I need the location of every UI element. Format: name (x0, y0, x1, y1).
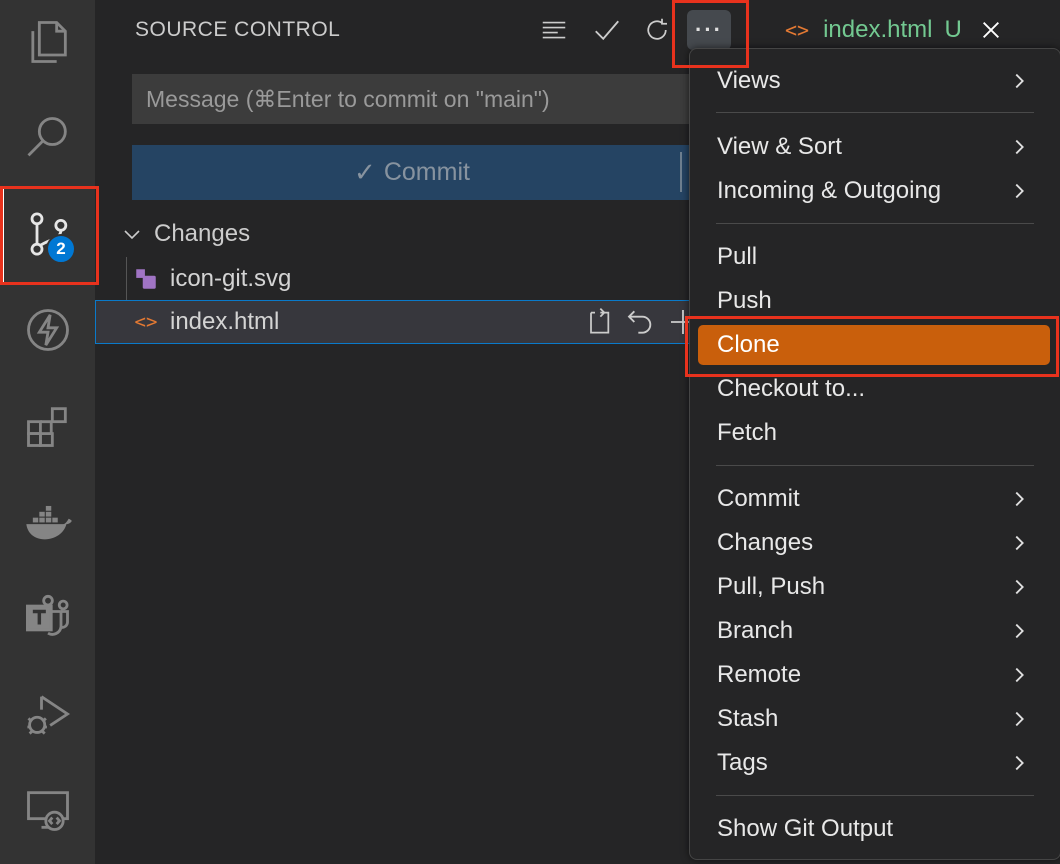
commit-button-divider (680, 152, 682, 192)
menu-item-label: Fetch (717, 419, 778, 446)
menu-separator (716, 112, 1034, 113)
run-debug-icon[interactable] (0, 666, 95, 762)
chevron-right-icon (1015, 711, 1024, 727)
html-file-icon: <> (785, 18, 810, 42)
chevron-right-icon (1015, 183, 1024, 199)
menu-separator (716, 465, 1034, 466)
menu-item-changes[interactable]: Changes (698, 523, 1050, 563)
menu-item-label: Show Git Output (717, 815, 894, 842)
menu-item-label: Stash (717, 705, 779, 732)
list-icon (542, 21, 566, 39)
lightning-icon[interactable] (0, 282, 95, 378)
activity-bar: 2 (0, 0, 95, 864)
chevron-right-icon (1015, 491, 1024, 507)
menu-item-push[interactable]: Push (698, 281, 1050, 321)
menu-item-pull[interactable]: Pull (698, 237, 1050, 277)
chevron-right-icon (1015, 139, 1024, 155)
editor-tab-index-html[interactable]: <> index.html U (785, 10, 1002, 50)
chevron-right-icon (1015, 755, 1024, 771)
changes-label: Changes (154, 220, 251, 247)
extensions-icon[interactable] (0, 378, 95, 474)
menu-item-label: Pull (717, 243, 758, 270)
menu-item-label: Clone (717, 331, 780, 358)
ellipsis-icon: ··· (695, 17, 723, 42)
menu-item-label: Views (717, 67, 781, 94)
chevron-right-icon (1015, 623, 1024, 639)
open-file-icon[interactable] (583, 306, 615, 338)
menu-item-label: Pull, Push (717, 573, 826, 600)
view-as-list-button[interactable] (532, 10, 576, 50)
file-name: index.html (170, 308, 280, 335)
refresh-icon (647, 18, 667, 40)
chevron-right-icon (1015, 535, 1024, 551)
commit-message-input[interactable] (132, 74, 692, 124)
teams-icon[interactable] (0, 570, 95, 666)
check-icon (595, 20, 619, 41)
menu-item-view-sort[interactable]: View & Sort (698, 127, 1050, 167)
docker-icon[interactable] (0, 474, 95, 570)
chevron-right-icon (1015, 667, 1024, 683)
commit-check-button[interactable] (585, 10, 629, 50)
menu-item-branch[interactable]: Branch (698, 611, 1050, 651)
menu-separator (716, 223, 1034, 224)
menu-item-remote[interactable]: Remote (698, 655, 1050, 695)
commit-button[interactable]: ✓ Commit (132, 145, 692, 200)
menu-item-views[interactable]: Views (698, 61, 1050, 101)
menu-item-label: Tags (717, 749, 768, 776)
svg-file-icon (133, 266, 159, 292)
chevron-down-icon (124, 230, 140, 240)
refresh-button[interactable] (635, 10, 679, 50)
menu-item-clone[interactable]: Clone (698, 325, 1050, 365)
menu-item-label: Checkout to... (717, 375, 866, 402)
explorer-icon[interactable] (0, 0, 95, 90)
menu-item-label: Incoming & Outgoing (717, 177, 942, 204)
chevron-right-icon (1015, 579, 1024, 595)
close-icon[interactable] (980, 19, 1002, 41)
menu-separator (716, 795, 1034, 796)
file-name: icon-git.svg (170, 265, 292, 292)
commit-button-label: Commit (383, 158, 470, 186)
menu-item-label: Remote (717, 661, 802, 688)
menu-item-label: Changes (717, 529, 814, 556)
discard-changes-icon[interactable] (625, 306, 657, 338)
untracked-status: U (944, 16, 962, 43)
panel-title: SOURCE CONTROL (135, 18, 341, 41)
search-icon[interactable] (0, 90, 95, 186)
chevron-right-icon (1015, 73, 1024, 89)
menu-item-label: Commit (717, 485, 800, 512)
tab-label: index.html (823, 16, 933, 43)
menu-item-label: Branch (717, 617, 794, 644)
menu-item-fetch[interactable]: Fetch (698, 413, 1050, 453)
file-row-actions (583, 306, 699, 338)
menu-item-incoming-outgoing[interactable]: Incoming & Outgoing (698, 171, 1050, 211)
changes-group-header[interactable]: Changes (120, 220, 250, 248)
menu-item-label: View & Sort (717, 133, 842, 160)
check-icon: ✓ (354, 157, 376, 187)
menu-item-stash[interactable]: Stash (698, 699, 1050, 739)
menu-item-tags[interactable]: Tags (698, 743, 1050, 783)
source-control-icon[interactable] (0, 186, 95, 282)
menu-item-checkout-to[interactable]: Checkout to... (698, 369, 1050, 409)
menu-item-label: Push (717, 287, 772, 314)
menu-item-show-git-output[interactable]: Show Git Output (698, 809, 1050, 849)
html-file-icon: <> (134, 311, 158, 333)
changes-count-badge: 2 (46, 234, 76, 264)
remote-explorer-icon[interactable] (0, 762, 95, 858)
menu-item-pull-push[interactable]: Pull, Push (698, 567, 1050, 607)
more-actions-button[interactable]: ··· (687, 10, 731, 50)
menu-item-commit[interactable]: Commit (698, 479, 1050, 519)
more-actions-menu: Views View & Sort Incoming & Outgoing Pu… (689, 48, 1060, 860)
